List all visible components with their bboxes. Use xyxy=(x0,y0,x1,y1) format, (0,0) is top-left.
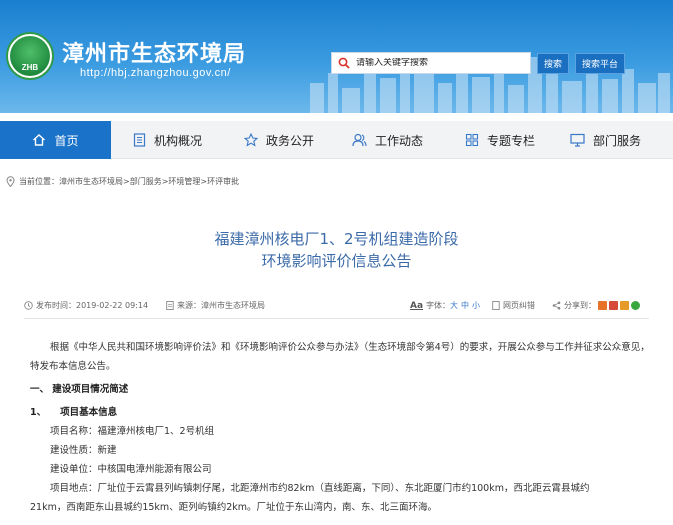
grid-icon xyxy=(465,133,479,147)
logo-text: ZHB xyxy=(21,63,39,72)
document-icon xyxy=(166,301,174,310)
article-title-line1: 福建漳州核电厂1、2号机组建造阶段 xyxy=(214,230,459,248)
font-size-medium[interactable]: 中 xyxy=(461,300,469,311)
nav-item-department-services[interactable]: 部门服务 xyxy=(570,121,641,159)
project-name: 项目名称：福建漳州核电厂1、2号机组 xyxy=(50,426,215,437)
section-heading: 一、 建设项目情况简述 xyxy=(30,384,129,395)
share-more-icon[interactable] xyxy=(598,301,607,310)
project-nature: 建设性质：新建 xyxy=(50,445,117,456)
nav-item-label: 机构概况 xyxy=(154,133,203,148)
publish-time: 发布时间：2019-02-22 09:14 xyxy=(24,300,148,311)
nav-item-label: 政务公开 xyxy=(266,133,315,148)
nav-item-home[interactable]: 首页 xyxy=(0,121,111,159)
nav-item-label: 部门服务 xyxy=(593,133,642,148)
nav-item-government-affairs[interactable]: 政务公开 xyxy=(244,121,314,159)
nav-item-label: 专题专栏 xyxy=(487,133,536,148)
font-size-icon: Aa xyxy=(410,300,424,311)
error-report[interactable]: 网页纠错 xyxy=(492,300,535,311)
subsection-title: 项目基本信息 xyxy=(60,407,118,418)
share-icon xyxy=(552,301,561,310)
site-logo[interactable]: ZHB xyxy=(6,32,54,80)
source-text: 来源：漳州市生态环境局 xyxy=(177,301,265,310)
font-size-small[interactable]: 小 xyxy=(472,300,480,311)
article-title-line2: 环境影响评价信息公告 xyxy=(261,252,412,270)
nav-item-label: 工作动态 xyxy=(375,133,424,148)
nav-item-label: 首页 xyxy=(54,133,79,148)
project-unit: 建设单位：中核国电漳州能源有限公司 xyxy=(50,464,212,475)
search-button[interactable]: 搜索 xyxy=(537,53,569,74)
main-nav: 首页 机构概况 政务公开 工作动态 专题专栏 部门服务 xyxy=(0,121,673,159)
share-bar: 分享到： xyxy=(552,300,640,311)
subsection-number: 1、 xyxy=(30,407,47,418)
search-box xyxy=(331,52,531,74)
location-pin-icon xyxy=(6,176,15,187)
nav-item-organization[interactable]: 机构概况 xyxy=(133,121,202,159)
font-size-control: Aa 字体： 大 中 小 xyxy=(410,300,480,311)
font-size-label: 字体： xyxy=(426,301,451,310)
article-title: 福建漳州核电厂1、2号机组建造阶段 环境影响评价信息公告 xyxy=(0,228,673,272)
subsection-heading: 1、 项目基本信息 xyxy=(30,403,650,422)
project-location: 项目地点：厂址位于云霄县列屿镇刺仔尾，北距漳州市约82km（直线距离，下同）、东… xyxy=(50,483,590,494)
article-body: 根据《中华人民共和国环境影响评价法》和《环境影响评价公众参与办法》（生态环境部令… xyxy=(30,338,650,517)
breadcrumb-label: 当前位置： xyxy=(19,177,59,186)
share-weibo-icon[interactable] xyxy=(620,301,629,310)
share-label: 分享到： xyxy=(564,301,596,310)
site-url: http://hbj.zhangzhou.gov.cn/ xyxy=(80,67,231,79)
people-icon xyxy=(352,133,367,147)
article-source: 来源：漳州市生态环境局 xyxy=(166,300,265,311)
intro-paragraph: 根据《中华人民共和国环境影响评价法》和《环境影响评价公众参与办法》（生态环境部令… xyxy=(30,342,650,372)
home-icon xyxy=(33,134,46,146)
breadcrumb: 当前位置： 漳州市生态环境局>部门服务>环境管理>环评审批 xyxy=(6,176,239,187)
share-wechat-icon[interactable] xyxy=(631,301,640,310)
page-icon xyxy=(492,301,500,310)
header-banner: ZHB 漳州市生态环境局 http://hbj.zhangzhou.gov.cn… xyxy=(0,0,673,113)
nav-item-special-topics[interactable]: 专题专栏 xyxy=(465,121,535,159)
monitor-icon xyxy=(570,133,585,147)
search-input[interactable] xyxy=(356,58,526,68)
search-icon xyxy=(338,57,350,69)
search-platform-button[interactable]: 搜索平台 xyxy=(575,53,625,74)
breadcrumb-path[interactable]: 漳州市生态环境局>部门服务>环境管理>环评审批 xyxy=(59,176,239,187)
site-title[interactable]: 漳州市生态环境局 xyxy=(62,36,246,68)
share-qzone-icon[interactable] xyxy=(609,301,618,310)
error-report-label: 网页纠错 xyxy=(503,301,535,310)
project-location-continued: 21km，西南距东山县城约15km、距列屿镇约2km。厂址位于东山湾内，南、东、… xyxy=(30,502,437,513)
publish-time-text: 发布时间：2019-02-22 09:14 xyxy=(36,301,149,310)
document-icon xyxy=(133,133,146,147)
nav-item-work-news[interactable]: 工作动态 xyxy=(352,121,423,159)
meta-divider xyxy=(24,318,649,319)
star-icon xyxy=(244,133,258,147)
font-size-large[interactable]: 大 xyxy=(450,300,458,311)
article-meta: 发布时间：2019-02-22 09:14 来源：漳州市生态环境局 Aa 字体：… xyxy=(24,300,649,316)
clock-icon xyxy=(24,301,33,310)
